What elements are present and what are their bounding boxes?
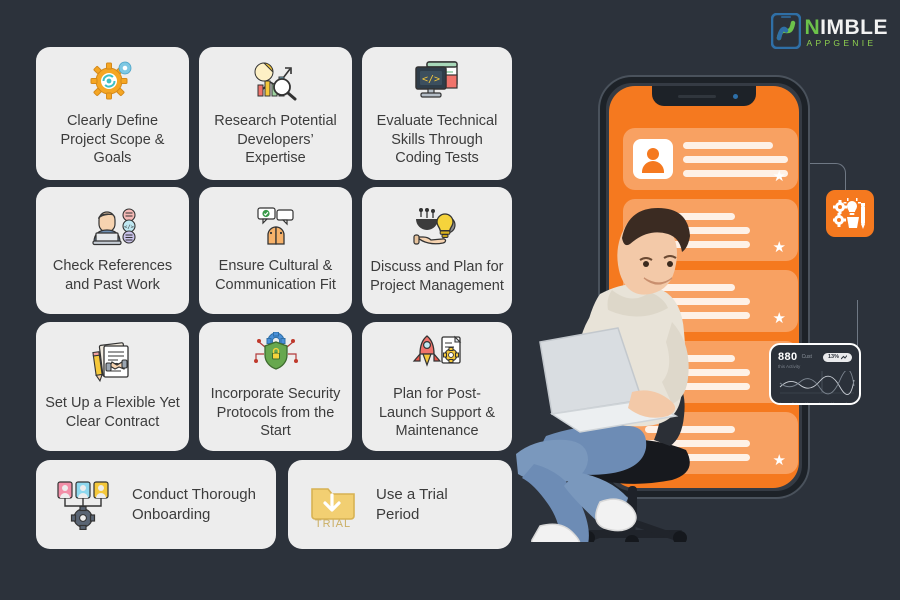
logo-wordmark: NIMBLE APPGENIE [805, 15, 889, 48]
stat-header: 880 Cust 13% [778, 351, 852, 363]
tip-card-label: Ensure Cultural & Communication Fit [215, 258, 336, 293]
person-with-laptop [516, 208, 690, 542]
tip-card-label: Incorporate Security Protocols from the … [210, 386, 341, 440]
tip-card-research-developers[interactable]: Research Potential Developers’ Expertise [199, 47, 352, 180]
tip-card-discuss-and-plan[interactable]: Discuss and Plan for Project Management [362, 187, 512, 314]
axis-tick: Jan [779, 402, 785, 405]
logo-main-text: NIMBLE [805, 17, 889, 38]
stat-trend-pill: 13% [822, 352, 852, 362]
tip-card-label: Clearly Define Project Scope & Goals [60, 113, 165, 167]
stat-wave-chart [779, 369, 855, 395]
tip-card-flexible-contract[interactable]: Set Up a Flexible Yet Clear Contract [36, 322, 189, 451]
trial-download-icon: TRIAL [306, 475, 360, 534]
project-planning-badge[interactable] [826, 190, 874, 237]
tip-card-label: Conduct Thorough Onboarding [132, 486, 256, 523]
gears-lightbulb-pencil-icon [833, 197, 865, 229]
svg-text:</>: </> [422, 74, 440, 85]
tip-card-conduct-onboarding[interactable]: Conduct Thorough Onboarding [36, 460, 276, 549]
monitor-code-icon: </> [412, 59, 462, 106]
phone-notch [652, 86, 756, 106]
star-icon[interactable]: ★ [773, 240, 786, 255]
logo-name: IMBLE [820, 15, 888, 39]
team-gear-icon [54, 474, 116, 535]
developer-laptop-icon: </> [88, 206, 138, 251]
shield-lock-gear-icon [251, 331, 301, 379]
tip-card-post-launch-support[interactable]: Plan for Post-Launch Support & Maintenan… [362, 322, 512, 451]
stat-value: 880 [778, 351, 798, 363]
tip-card-label: Discuss and Plan for Project Management [370, 259, 504, 294]
hand-lightbulb-gear-icon [411, 205, 463, 252]
stat-unit: Cust [801, 354, 812, 360]
tip-card-label: Evaluate Technical Skills Through Coding… [376, 113, 498, 167]
axis-tick: Mar [805, 402, 812, 405]
tip-card-label: Set Up a Flexible Yet Clear Contract [45, 395, 180, 430]
axis-tick: May [831, 402, 839, 405]
logo-sub-text: APPGENIE [806, 37, 877, 48]
axis-tick: Apr [818, 402, 825, 405]
tip-card-check-references[interactable]: </> Check References and Past Work [36, 187, 189, 314]
analytics-stat-card[interactable]: 880 Cust 13% this Activity Jan Feb Mar A… [769, 343, 861, 405]
tip-card-label: Research Potential Developers’ Expertise [214, 113, 337, 167]
tip-card-label: Check References and Past Work [52, 258, 173, 293]
axis-tick: Feb [791, 402, 799, 405]
gear-refresh-icon [90, 59, 136, 106]
tip-card-cultural-fit[interactable]: Ensure Cultural & Communication Fit [199, 187, 352, 314]
infographic-canvas: NIMBLE APPGENIE Clearly Define Project S… [0, 0, 900, 600]
list-item[interactable]: ★ [623, 128, 798, 190]
two-heads-chat-icon [252, 206, 300, 251]
chart-magnifier-icon [252, 59, 300, 106]
tip-card-trial-period[interactable]: TRIAL Use a Trial Period [288, 460, 512, 549]
star-icon[interactable]: ★ [773, 453, 786, 468]
tip-card-label: Use a Trial Period [376, 486, 448, 523]
rocket-document-icon [411, 332, 463, 379]
svg-text:</>: </> [124, 225, 135, 231]
avatar [633, 139, 673, 179]
stat-axis-labels: Jan Feb Mar Apr May Jun [778, 402, 852, 405]
tip-card-label: Plan for Post-Launch Support & Maintenan… [378, 386, 496, 440]
stat-subtitle: this Activity [778, 364, 801, 369]
text-line [683, 156, 788, 163]
tip-card-security-protocols[interactable]: Incorporate Security Protocols from the … [199, 322, 352, 451]
text-line [683, 142, 773, 149]
speaker-bar [678, 95, 716, 98]
star-icon[interactable]: ★ [773, 311, 786, 326]
stat-pill-value: 13% [827, 354, 839, 360]
head [617, 208, 690, 295]
brand-logo: NIMBLE APPGENIE [770, 13, 889, 49]
trial-caption: TRIAL [315, 518, 351, 529]
tip-card-evaluate-technical-skills[interactable]: </> Evaluate Technical Skills Through Co… [362, 47, 512, 180]
contract-handshake-icon [88, 341, 138, 388]
axis-tick: Jun [845, 402, 851, 405]
front-camera-icon [733, 94, 738, 99]
trend-up-icon [841, 354, 847, 359]
tip-card-clearly-define-scope[interactable]: Clearly Define Project Scope & Goals [36, 47, 189, 180]
star-icon[interactable]: ★ [773, 169, 786, 184]
logo-initial: N [804, 15, 821, 39]
phone-logo-icon [770, 13, 801, 49]
